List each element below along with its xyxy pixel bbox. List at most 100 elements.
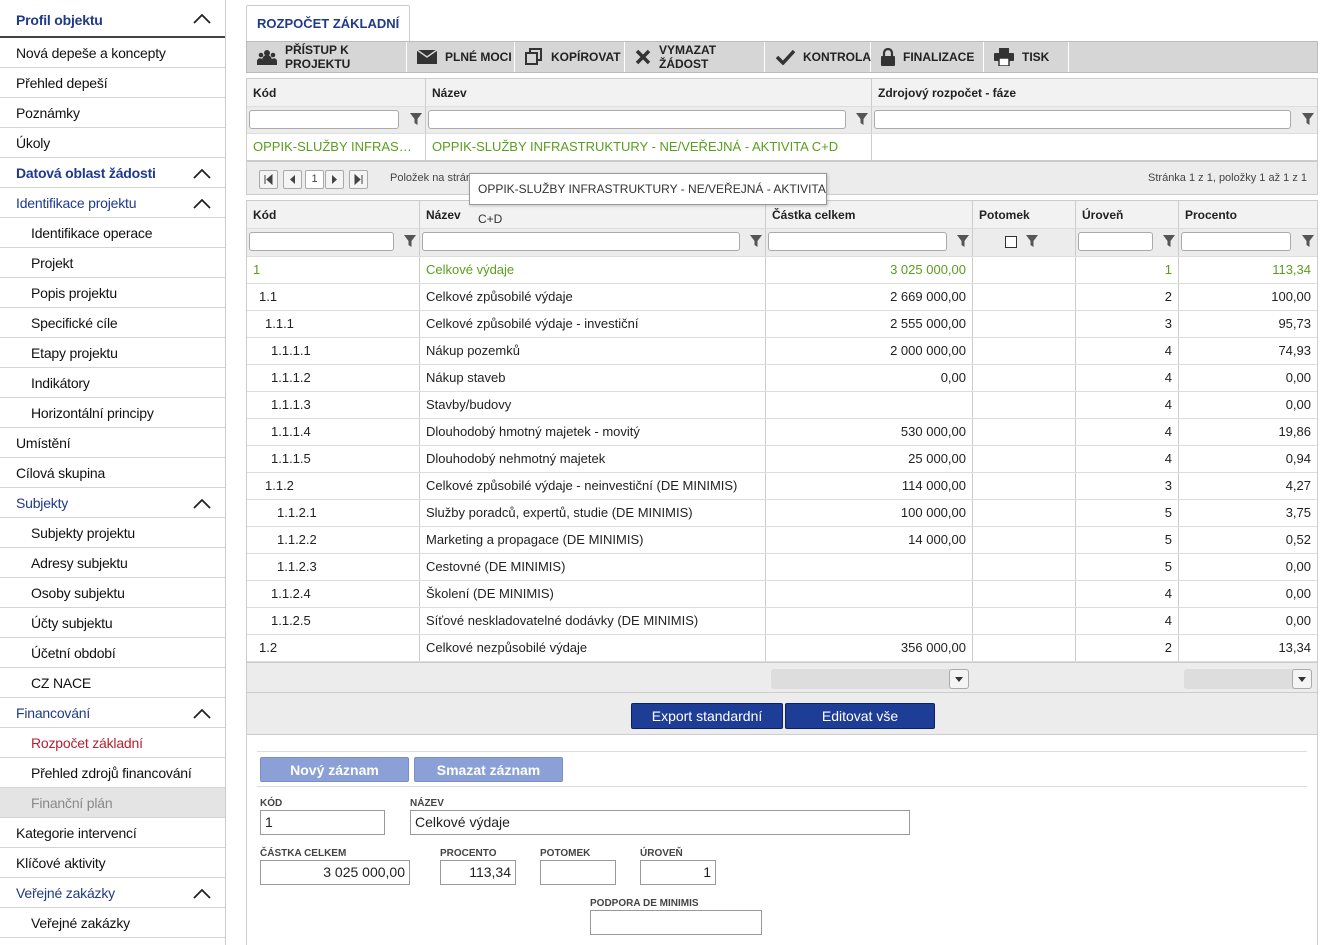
export-standard-button[interactable]: Export standardní — [631, 703, 783, 729]
table-row[interactable]: 1.2 Celkové nezpůsobilé výdaje 356 000,00 2… — [247, 635, 1317, 662]
table-row[interactable]: 1 Celkové výdaje 3 025 000,00 1 113,34 — [247, 257, 1317, 284]
sidebar-item[interactable]: Subjekty projektu — [0, 518, 225, 548]
sidebar-item[interactable]: Cílová skupina — [0, 458, 225, 488]
edit-all-button[interactable]: Editovat vše — [785, 703, 935, 729]
table-row[interactable]: 1.1.2.1 Služby poradců, expertů, studie (… — [247, 500, 1317, 527]
toolbar-button[interactable]: TISK — [984, 42, 1069, 72]
filter-icon[interactable] — [855, 111, 869, 130]
filter-input-zdroj[interactable] — [874, 110, 1291, 129]
filter-input-procento[interactable] — [1181, 232, 1291, 251]
toolbar-button[interactable]: PŘÍSTUP K PROJEKTU — [247, 42, 407, 72]
chevron-up-icon[interactable] — [193, 168, 211, 183]
filter-icon[interactable] — [1162, 233, 1176, 252]
sidebar-item[interactable]: Účty subjektu — [0, 608, 225, 638]
sidebar-item[interactable]: Identifikace operace — [0, 218, 225, 248]
procento-field[interactable]: 113,34 — [440, 860, 516, 885]
sidebar-item[interactable]: Osoby subjektu — [0, 578, 225, 608]
filter-input-kod[interactable] — [249, 110, 399, 129]
sidebar-item[interactable]: Veřejné zakázky — [0, 908, 225, 938]
toolbar-button[interactable]: FINALIZACE — [871, 42, 984, 72]
next-page-button[interactable] — [325, 170, 344, 189]
sidebar-item[interactable]: Subjekty — [0, 488, 225, 518]
sidebar-item[interactable]: Popis projektu — [0, 278, 225, 308]
toolbar-button[interactable]: VYMAZAT ŽÁDOST — [625, 42, 765, 72]
filter-icon[interactable] — [1301, 233, 1315, 252]
col-header-nazev[interactable]: Název — [426, 79, 872, 106]
table-row[interactable]: 1.1 Celkové způsobilé výdaje 2 669 000,00 2… — [247, 284, 1317, 311]
col-header-kod[interactable]: Kód — [247, 201, 420, 228]
sidebar-item[interactable]: Umístění — [0, 428, 225, 458]
filter-icon[interactable] — [956, 233, 970, 252]
potomek-field[interactable] — [540, 860, 616, 885]
table-row[interactable]: 1.1.1 Celkové způsobilé výdaje - investič… — [247, 311, 1317, 338]
toolbar-button[interactable]: KOPÍROVAT — [515, 42, 625, 72]
table-row[interactable]: 1.1.2.4 Školení (DE MINIMIS) 4 0,00 — [247, 581, 1317, 608]
sidebar-item[interactable]: Klíčové aktivity — [0, 848, 225, 878]
sidebar-item[interactable]: Nová depeše a koncepty — [0, 38, 225, 68]
table-row[interactable]: 1.1.1.1 Nákup pozemků 2 000 000,00 4 74,93 — [247, 338, 1317, 365]
col-header-kod[interactable]: Kód — [247, 79, 426, 106]
sidebar-item[interactable]: Identifikace projektu — [0, 188, 225, 218]
sidebar-item[interactable]: Adresy subjektu — [0, 548, 225, 578]
toolbar-button[interactable]: KONTROLA — [765, 42, 871, 72]
filter-input-kod[interactable] — [249, 232, 394, 251]
chevron-up-icon[interactable] — [193, 888, 211, 903]
sidebar-item[interactable]: Financování — [0, 698, 225, 728]
sidebar-item[interactable]: Profil objektu — [0, 0, 225, 38]
filter-input-castka[interactable] — [768, 232, 947, 251]
sidebar-item[interactable]: Projekt — [0, 248, 225, 278]
chevron-up-icon[interactable] — [193, 198, 211, 213]
filter-icon[interactable] — [749, 233, 763, 252]
table-row[interactable]: 1.1.2.2 Marketing a propagace (DE MINIMIS… — [247, 527, 1317, 554]
filter-icon[interactable] — [1301, 111, 1315, 130]
table-row[interactable]: 1.1.2 Celkové způsobilé výdaje - neinvest… — [247, 473, 1317, 500]
table-row[interactable]: 1.1.1.4 Dlouhodobý hmotný majetek - movit… — [247, 419, 1317, 446]
filter-input-uroven[interactable] — [1078, 232, 1153, 251]
first-page-button[interactable] — [259, 170, 278, 189]
sum-procento-dropdown[interactable] — [1184, 669, 1312, 689]
col-header-procento[interactable]: Procento — [1179, 201, 1317, 228]
sidebar-item[interactable]: Horizontální principy — [0, 398, 225, 428]
castka-field[interactable]: 3 025 000,00 — [260, 860, 410, 885]
sidebar-item[interactable]: Kategorie intervencí — [0, 818, 225, 848]
chevron-up-icon[interactable] — [193, 708, 211, 723]
sidebar-item[interactable]: Účetní období — [0, 638, 225, 668]
filter-icon[interactable] — [403, 233, 417, 252]
sidebar-item[interactable]: Datová oblast žádosti — [0, 158, 225, 188]
table-row[interactable]: 1.1.1.2 Nákup staveb 0,00 4 0,00 — [247, 365, 1317, 392]
toolbar-button[interactable]: PLNÉ MOCI — [407, 42, 515, 72]
filter-input-nazev[interactable] — [428, 110, 846, 129]
page-number-input[interactable]: 1 — [305, 170, 324, 189]
table-row[interactable]: 1.1.2.5 Síťové neskladovatelné dodávky (D… — [247, 608, 1317, 635]
kod-field[interactable]: 1 — [260, 810, 385, 835]
col-header-zdroj[interactable]: Zdrojový rozpočet - fáze — [872, 79, 1317, 106]
delete-record-button[interactable]: Smazat záznam — [414, 757, 563, 782]
prev-page-button[interactable] — [283, 170, 302, 189]
uroven-field[interactable]: 1 — [640, 860, 716, 885]
sidebar-item[interactable]: Poznámky — [0, 98, 225, 128]
last-page-button[interactable] — [349, 170, 368, 189]
sidebar-item[interactable]: Indikátory — [0, 368, 225, 398]
sidebar-item[interactable]: Rozpočet základní — [0, 728, 225, 758]
chevron-up-icon[interactable] — [193, 498, 211, 513]
table-row[interactable]: 1.1.1.5 Dlouhodobý nehmotný majetek 25 000… — [247, 446, 1317, 473]
sidebar-item[interactable]: Přehled zdrojů financování — [0, 758, 225, 788]
podpora-field[interactable] — [590, 910, 762, 935]
col-header-potomek[interactable]: Potomek — [973, 201, 1076, 228]
table-row[interactable]: 1.1.1.3 Stavby/budovy 4 0,00 — [247, 392, 1317, 419]
sidebar-item[interactable]: Etapy projektu — [0, 338, 225, 368]
sidebar-item[interactable]: Veřejné zakázky — [0, 878, 225, 908]
filter-checkbox-potomek[interactable] — [1005, 236, 1017, 248]
chevron-up-icon[interactable] — [193, 14, 211, 28]
sidebar-item[interactable]: Přehled depeší — [0, 68, 225, 98]
tab-rozpocet-zakladni[interactable]: ROZPOČET ZÁKLADNÍ — [246, 5, 411, 41]
sidebar-item[interactable]: Specifické cíle — [0, 308, 225, 338]
col-header-castka[interactable]: Částka celkem — [766, 201, 973, 228]
sidebar-item[interactable]: Úkoly — [0, 128, 225, 158]
new-record-button[interactable]: Nový záznam — [260, 757, 409, 782]
col-header-uroven[interactable]: Úroveň — [1076, 201, 1179, 228]
table-row[interactable]: 1.1.2.3 Cestovné (DE MINIMIS) 5 0,00 — [247, 554, 1317, 581]
table-row[interactable]: OPPIK-SLUŽBY INFRASTRUKTURY - NE/VEŘEJNÁ… — [247, 134, 1317, 160]
sidebar-item[interactable]: Finanční plán — [0, 788, 225, 818]
nazev-field[interactable]: Celkové výdaje — [410, 810, 910, 835]
